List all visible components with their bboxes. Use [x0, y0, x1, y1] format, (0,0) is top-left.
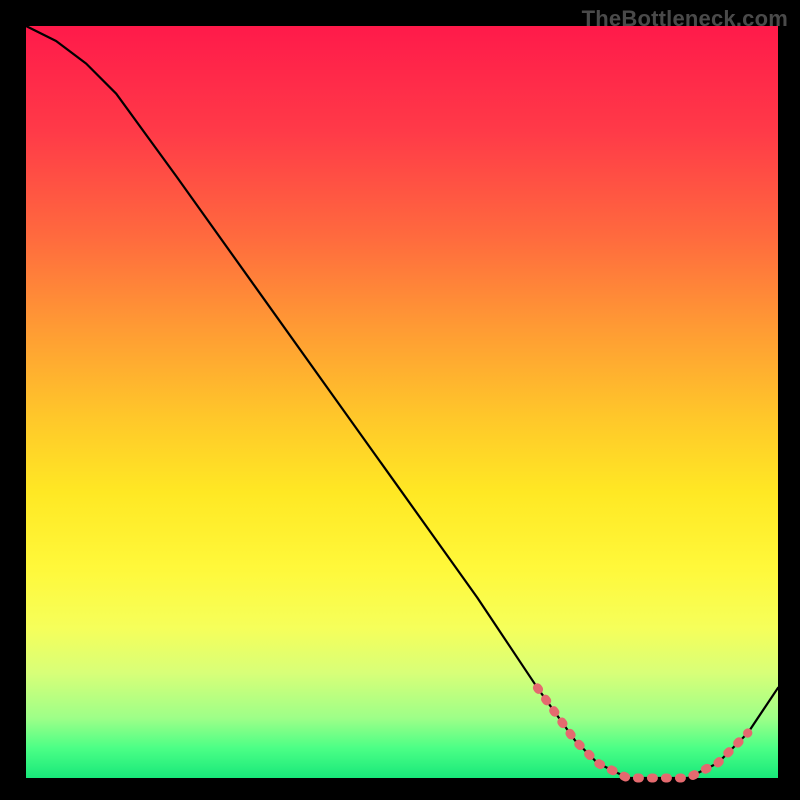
plot-area [26, 26, 778, 778]
dotted-highlight [537, 688, 748, 778]
chart-container: TheBottleneck.com [0, 0, 800, 800]
curve-svg [26, 26, 778, 778]
bottleneck-curve [26, 26, 778, 778]
